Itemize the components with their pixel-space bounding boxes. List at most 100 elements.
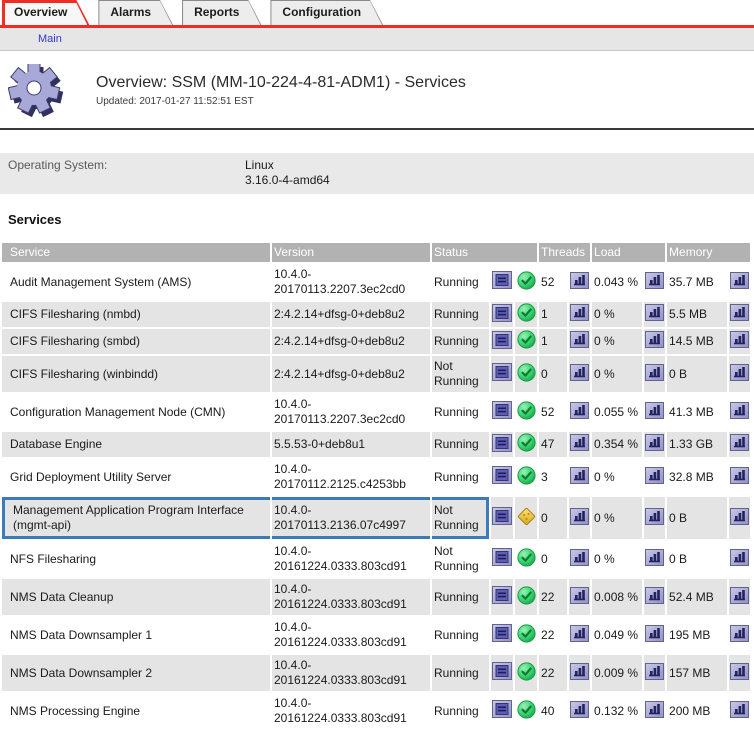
service-version-cell: 2:4.2.14+dfsg-0+deb8u2 <box>272 356 430 392</box>
service-console-icon[interactable] <box>492 466 512 484</box>
service-console-icon[interactable] <box>492 401 512 419</box>
service-status-cell: Running <box>432 264 489 300</box>
memory-chart-icon[interactable] <box>730 434 749 451</box>
service-console-icon[interactable] <box>492 700 512 718</box>
main-menu-link[interactable]: Main <box>38 33 62 45</box>
status-ok-icon[interactable] <box>517 401 536 420</box>
status-ok-icon[interactable] <box>517 548 536 567</box>
memory-chart-icon[interactable] <box>730 331 749 348</box>
service-status-cell: Running <box>432 617 489 653</box>
status-ok-icon[interactable] <box>517 330 536 349</box>
memory-chart-icon[interactable] <box>730 272 749 289</box>
memory-chart-icon[interactable] <box>730 304 749 321</box>
memory-value-cell: 52.4 MB <box>667 579 727 615</box>
load-chart-icon[interactable] <box>645 331 664 348</box>
threads-value-cell: 1 <box>539 302 567 327</box>
status-ok-icon[interactable] <box>517 303 536 322</box>
threads-chart-icon[interactable] <box>570 272 589 289</box>
threads-chart-icon[interactable] <box>570 701 589 718</box>
load-chart-icon[interactable] <box>645 663 664 680</box>
service-console-cell <box>491 655 513 691</box>
service-console-icon[interactable] <box>492 434 512 452</box>
table-row: Grid Deployment Utility Server 10.4.0-20… <box>2 459 750 495</box>
memory-chart-icon[interactable] <box>730 701 749 718</box>
load-chart-icon[interactable] <box>645 272 664 289</box>
status-ok-icon[interactable] <box>517 662 536 681</box>
status-ok-icon[interactable] <box>517 700 536 719</box>
memory-chart-icon[interactable] <box>730 467 749 484</box>
status-ok-icon[interactable] <box>517 586 536 605</box>
threads-chart-icon[interactable] <box>570 364 589 381</box>
threads-chart-icon[interactable] <box>570 467 589 484</box>
status-warning-icon[interactable] <box>517 507 536 526</box>
service-version-cell: 10.4.0-20170113.2136.07c4997 <box>272 497 430 539</box>
tab-reports[interactable]: Reports <box>182 0 261 25</box>
threads-chart-icon[interactable] <box>570 587 589 604</box>
threads-chart-icon[interactable] <box>570 304 589 321</box>
load-value-cell: 0 % <box>592 459 642 495</box>
memory-chart-icon[interactable] <box>730 663 749 680</box>
memory-chart-icon[interactable] <box>730 625 749 642</box>
status-ok-icon[interactable] <box>517 433 536 452</box>
service-console-icon[interactable] <box>492 662 512 680</box>
service-console-icon[interactable] <box>492 507 512 525</box>
status-ok-icon[interactable] <box>517 271 536 290</box>
status-ok-icon[interactable] <box>517 363 536 382</box>
threads-chart-cell <box>569 541 590 577</box>
load-chart-icon[interactable] <box>645 701 664 718</box>
service-name-cell: Audit Management System (AMS) <box>2 264 270 300</box>
service-console-icon[interactable] <box>492 271 512 289</box>
memory-value-cell: 195 MB <box>667 617 727 653</box>
service-console-icon[interactable] <box>492 331 512 349</box>
operating-system-value: Linux 3.16.0-4-amd64 <box>245 158 330 188</box>
status-ok-icon[interactable] <box>517 624 536 643</box>
load-chart-icon[interactable] <box>645 467 664 484</box>
tab-overview[interactable]: Overview <box>2 0 89 25</box>
memory-value-cell: 0 B <box>667 541 727 577</box>
memory-chart-icon[interactable] <box>730 402 749 419</box>
threads-chart-icon[interactable] <box>570 625 589 642</box>
tab-configuration[interactable]: Configuration <box>270 0 383 25</box>
load-value-cell: 0 % <box>592 302 642 327</box>
threads-chart-icon[interactable] <box>570 508 589 525</box>
service-console-icon[interactable] <box>492 548 512 566</box>
threads-chart-icon[interactable] <box>570 549 589 566</box>
service-name-cell: Grid Deployment Utility Server <box>2 459 270 495</box>
table-row: CIFS Filesharing (smbd) 2:4.2.14+dfsg-0+… <box>2 329 750 354</box>
service-console-cell <box>491 617 513 653</box>
memory-chart-icon[interactable] <box>730 508 749 525</box>
load-chart-icon[interactable] <box>645 402 664 419</box>
load-chart-icon[interactable] <box>645 587 664 604</box>
service-state-cell <box>515 655 537 691</box>
service-console-icon[interactable] <box>492 624 512 642</box>
tab-alarms[interactable]: Alarms <box>98 0 173 25</box>
load-value-cell: 0.132 % <box>592 693 642 729</box>
load-value-cell: 0.043 % <box>592 264 642 300</box>
load-chart-icon[interactable] <box>645 625 664 642</box>
memory-chart-icon[interactable] <box>730 364 749 381</box>
load-chart-icon[interactable] <box>645 549 664 566</box>
threads-chart-icon[interactable] <box>570 402 589 419</box>
threads-value-cell: 0 <box>539 497 567 539</box>
load-chart-icon[interactable] <box>645 364 664 381</box>
service-console-cell <box>491 459 513 495</box>
service-console-icon[interactable] <box>492 304 512 322</box>
threads-chart-icon[interactable] <box>570 434 589 451</box>
load-chart-icon[interactable] <box>645 434 664 451</box>
threads-value-cell: 22 <box>539 617 567 653</box>
memory-chart-icon[interactable] <box>730 549 749 566</box>
threads-chart-icon[interactable] <box>570 331 589 348</box>
threads-chart-icon[interactable] <box>570 663 589 680</box>
status-ok-icon[interactable] <box>517 466 536 485</box>
memory-chart-icon[interactable] <box>730 587 749 604</box>
load-chart-icon[interactable] <box>645 304 664 321</box>
load-chart-icon[interactable] <box>645 508 664 525</box>
service-console-icon[interactable] <box>492 586 512 604</box>
service-version-cell: 2:4.2.14+dfsg-0+deb8u2 <box>272 302 430 327</box>
memory-value-cell: 157 MB <box>667 655 727 691</box>
service-console-cell <box>491 394 513 430</box>
threads-value-cell: 0 <box>539 356 567 392</box>
service-console-icon[interactable] <box>492 363 512 381</box>
service-console-cell <box>491 432 513 457</box>
memory-chart-cell <box>729 541 750 577</box>
